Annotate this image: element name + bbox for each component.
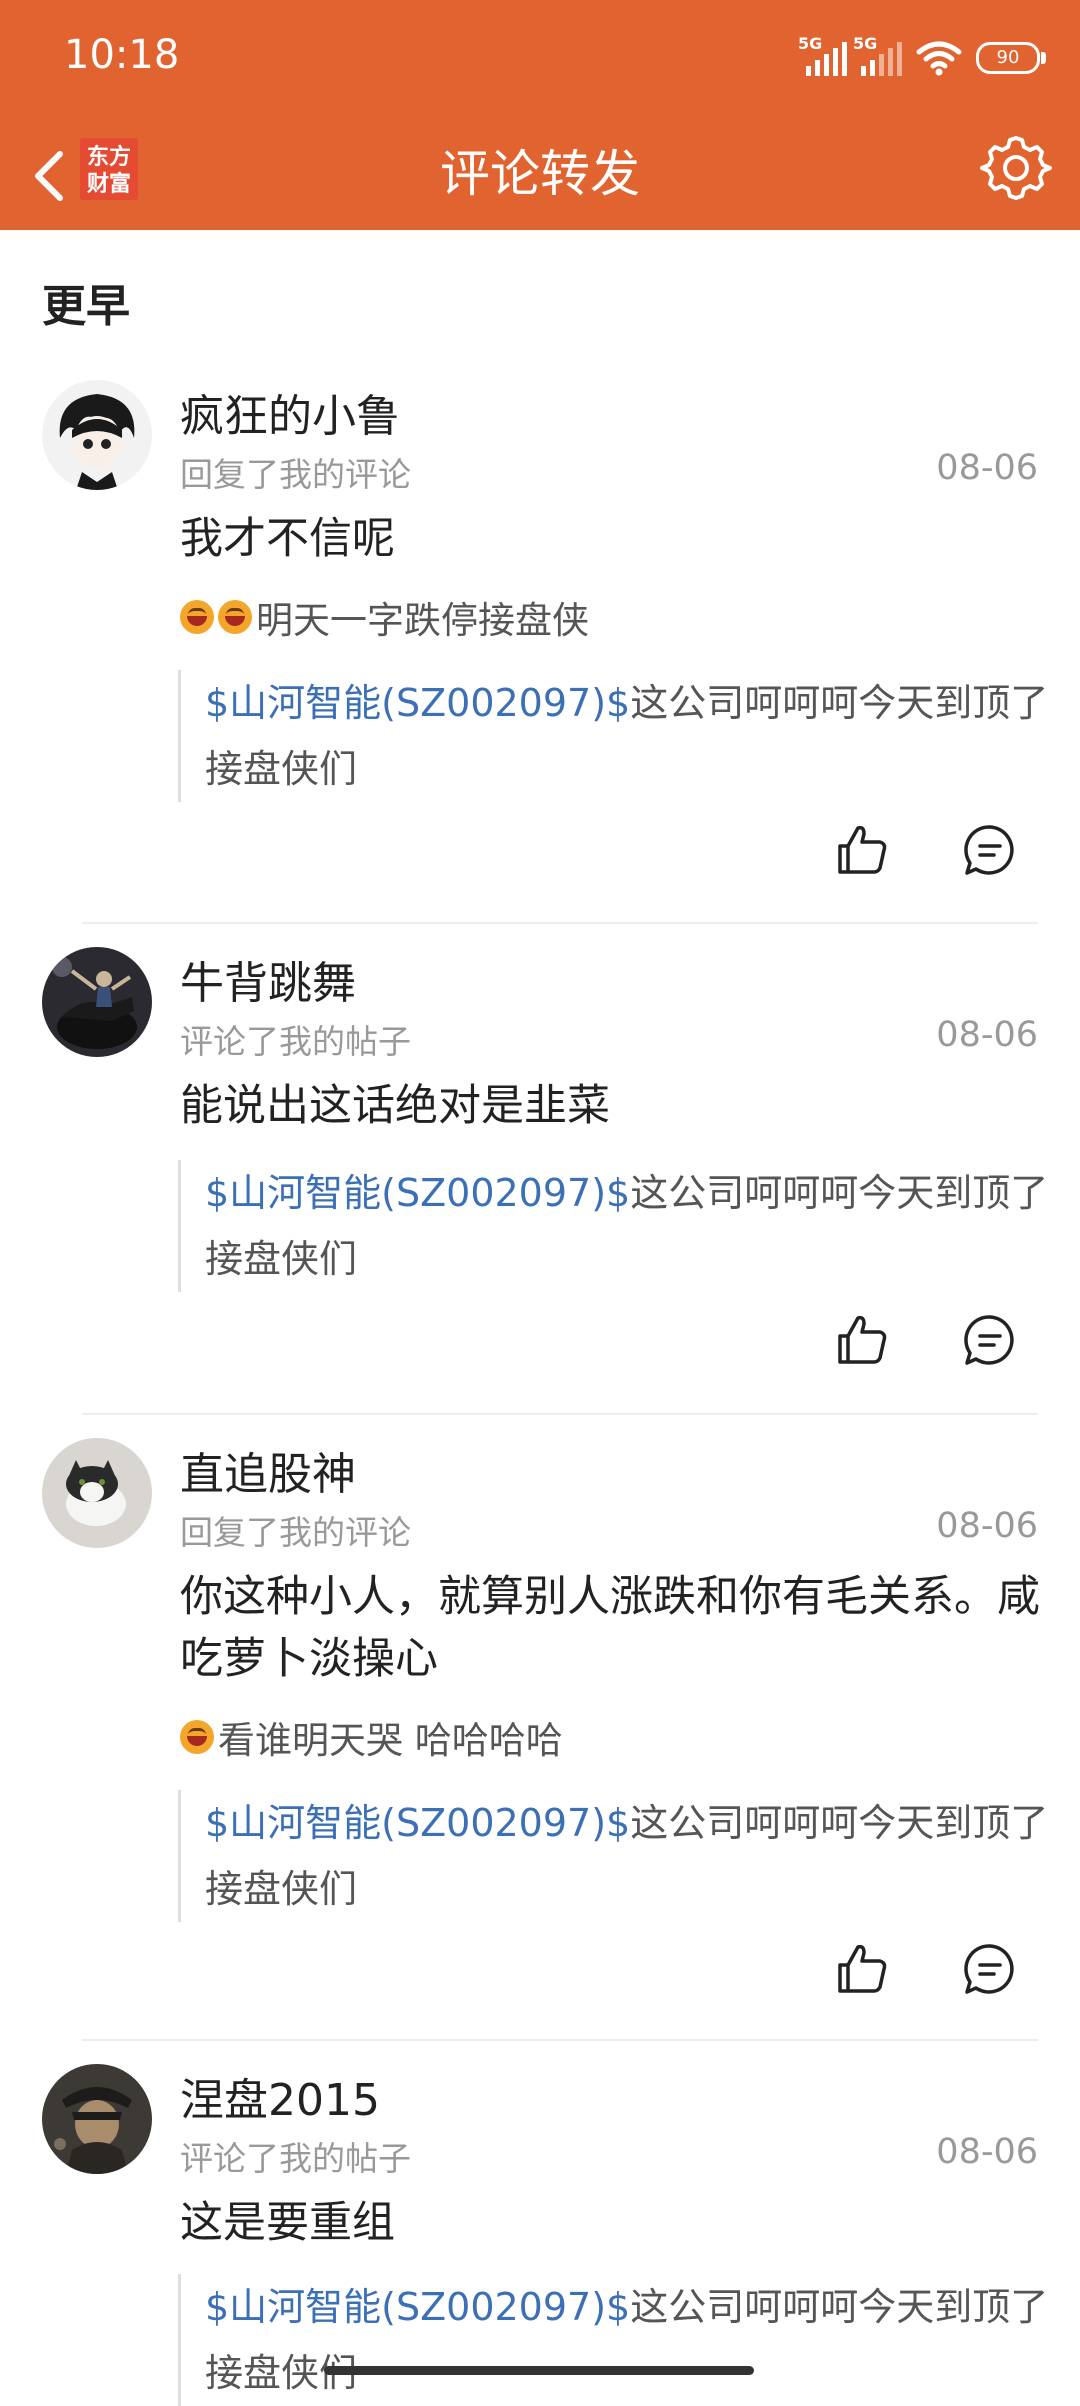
action-text: 评论了我的帖子 xyxy=(180,2139,411,2178)
laugh-emoji-icon xyxy=(180,600,214,634)
list-item[interactable]: 疯狂的小鲁 回复了我的评论 08-06 我才不信呢 明天一字跌停接盘侠 $山河智… xyxy=(0,380,1080,920)
stock-link[interactable]: $山河智能(SZ002097)$ xyxy=(205,1801,630,1845)
home-indicator[interactable] xyxy=(324,2366,754,2375)
username[interactable]: 涅盘2015 xyxy=(180,2064,380,2128)
comment-icon[interactable] xyxy=(962,1941,1018,1997)
username[interactable]: 直追股神 xyxy=(180,1438,356,1502)
reply-context: 明天一字跌停接盘侠 xyxy=(180,590,589,644)
section-title: 更早 xyxy=(42,281,130,332)
stock-link[interactable]: $山河智能(SZ002097)$ xyxy=(205,2285,630,2329)
thumbs-up-icon[interactable] xyxy=(834,1312,890,1368)
signal-label: 5G xyxy=(853,34,878,53)
stock-link[interactable]: $山河智能(SZ002097)$ xyxy=(205,681,630,725)
avatar[interactable] xyxy=(42,947,152,1057)
thumbs-up-icon[interactable] xyxy=(834,1941,890,1997)
username[interactable]: 疯狂的小鲁 xyxy=(180,380,400,444)
status-bar: 10:18 5G 5G 90 xyxy=(0,0,1080,120)
thumbs-up-icon[interactable] xyxy=(834,822,890,878)
action-text: 评论了我的帖子 xyxy=(180,1022,411,1061)
date-text: 08-06 xyxy=(936,2132,1038,2172)
quoted-post[interactable]: $山河智能(SZ002097)$这公司呵呵呵今天到顶了接盘侠们 xyxy=(178,2274,1055,2406)
gear-icon[interactable] xyxy=(980,132,1052,204)
page-title: 评论转发 xyxy=(440,145,640,203)
signal-icon: 5G xyxy=(798,34,847,76)
signal-label: 5G xyxy=(798,34,823,53)
stock-link[interactable]: $山河智能(SZ002097)$ xyxy=(205,1171,630,1215)
list-item[interactable]: 直追股神 回复了我的评论 08-06 你这种小人，就算别人涨跌和你有毛关系。咸吃… xyxy=(0,1438,1080,2018)
quoted-post[interactable]: $山河智能(SZ002097)$这公司呵呵呵今天到顶了接盘侠们 xyxy=(178,1790,1055,1922)
reply-context: 看谁明天哭 哈哈哈哈 xyxy=(180,1710,563,1764)
laugh-emoji-icon xyxy=(218,600,252,634)
avatar[interactable] xyxy=(42,2064,152,2174)
nav-bar: 东方 财富 评论转发 xyxy=(0,120,1080,230)
divider xyxy=(82,2039,1038,2041)
battery-icon: 90 xyxy=(976,42,1046,74)
list-item[interactable]: 牛背跳舞 评论了我的帖子 08-06 能说出这话绝对是韭菜 $山河智能(SZ00… xyxy=(0,947,1080,1407)
status-icons: 5G 5G 90 xyxy=(798,34,1046,80)
action-text: 回复了我的评论 xyxy=(180,1513,411,1552)
username[interactable]: 牛背跳舞 xyxy=(180,947,356,1011)
comment-content: 你这种小人，就算别人涨跌和你有毛关系。咸吃萝卜淡操心 xyxy=(180,1572,1040,1684)
avatar[interactable] xyxy=(42,380,152,490)
comment-icon[interactable] xyxy=(962,1312,1018,1368)
date-text: 08-06 xyxy=(936,1015,1038,1055)
app-header: 10:18 5G 5G 90 东方 财富 评论转发 xyxy=(0,0,1080,230)
comment-content: 我才不信呢 xyxy=(180,514,395,564)
action-text: 回复了我的评论 xyxy=(180,455,411,494)
quoted-post[interactable]: $山河智能(SZ002097)$这公司呵呵呵今天到顶了接盘侠们 xyxy=(178,670,1055,802)
reply-context-text: 看谁明天哭 哈哈哈哈 xyxy=(218,1719,563,1762)
date-text: 08-06 xyxy=(936,1506,1038,1546)
reply-context-text: 明天一字跌停接盘侠 xyxy=(256,599,589,642)
avatar[interactable] xyxy=(42,1438,152,1548)
comment-content: 这是要重组 xyxy=(180,2198,395,2248)
list-item[interactable]: 涅盘2015 评论了我的帖子 08-06 这是要重组 $山河智能(SZ00209… xyxy=(0,2064,1080,2406)
wifi-icon xyxy=(916,40,962,76)
status-time: 10:18 xyxy=(64,32,180,78)
quoted-post[interactable]: $山河智能(SZ002097)$这公司呵呵呵今天到顶了接盘侠们 xyxy=(178,1160,1055,1292)
comment-icon[interactable] xyxy=(962,822,1018,878)
signal-icon: 5G xyxy=(853,34,902,76)
comment-content: 能说出这话绝对是韭菜 xyxy=(180,1081,610,1131)
date-text: 08-06 xyxy=(936,448,1038,488)
laugh-emoji-icon xyxy=(180,1720,214,1754)
divider xyxy=(82,1413,1038,1415)
divider xyxy=(82,922,1038,924)
